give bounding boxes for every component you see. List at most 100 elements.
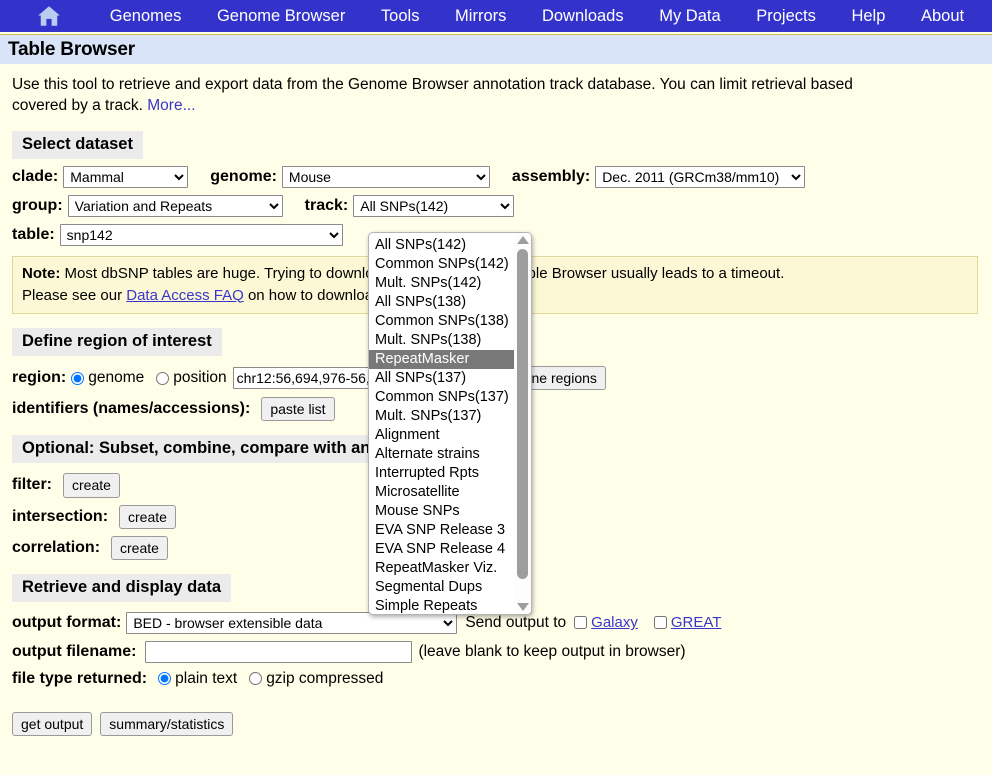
- correlation-create-button[interactable]: create: [111, 535, 168, 560]
- assembly-label: assembly:: [511, 167, 591, 185]
- gzip-label: gzip compressed: [266, 669, 384, 687]
- region-label: region:: [12, 369, 67, 387]
- note-text-2-pre: Please see our: [22, 286, 127, 304]
- great-checkbox[interactable]: [653, 616, 667, 630]
- track-dropdown-item[interactable]: EVA SNP Release 4: [369, 540, 514, 559]
- region-position-label: position: [173, 369, 227, 387]
- track-dropdown-item[interactable]: Microsatellite: [369, 483, 514, 502]
- track-dropdown-item[interactable]: Mult. SNPs(138): [369, 331, 514, 350]
- region-genome-label: genome: [88, 369, 145, 387]
- select-dataset-heading: Select dataset: [12, 130, 143, 159]
- track-select[interactable]: All SNPs(142): [353, 194, 515, 217]
- summary-statistics-button[interactable]: summary/statistics: [100, 711, 234, 736]
- output-filename-hint: (leave blank to keep output in browser): [418, 642, 686, 660]
- track-dropdown-item[interactable]: Alignment: [369, 426, 514, 445]
- intro-line-1: Use this tool to retrieve and export dat…: [12, 76, 853, 93]
- scroll-down-arrow-icon[interactable]: [516, 603, 529, 611]
- output-format-row: output format: BED - browser extensible …: [0, 611, 992, 634]
- intro-line-2: covered by a track. More...: [12, 95, 992, 116]
- nav-item-downloads[interactable]: Downloads: [542, 7, 624, 26]
- assembly-select[interactable]: Dec. 2011 (GRCm38/mm10): [595, 165, 806, 188]
- intersection-create-button[interactable]: create: [119, 504, 176, 529]
- track-dropdown-scrollbar[interactable]: [514, 233, 531, 614]
- nav-item-genome-browser[interactable]: Genome Browser: [217, 7, 345, 26]
- track-dropdown-item[interactable]: Common SNPs(138): [369, 312, 514, 331]
- track-dropdown-item[interactable]: Simple Repeats: [369, 597, 514, 614]
- track-dropdown-item[interactable]: All SNPs(137): [369, 369, 514, 388]
- track-dropdown-item[interactable]: All SNPs(138): [369, 293, 514, 312]
- nav-item-tools[interactable]: Tools: [381, 7, 420, 26]
- select-dataset-section: Select dataset: [0, 130, 992, 159]
- data-access-faq-link[interactable]: Data Access FAQ: [126, 287, 244, 304]
- track-dropdown-item[interactable]: Interrupted Rpts: [369, 464, 514, 483]
- send-output-label: Send output to: [465, 613, 567, 631]
- track-dropdown-popup[interactable]: All SNPs(142) Common SNPs(142) Mult. SNPs(…: [368, 232, 532, 615]
- gzip-radio[interactable]: [249, 672, 263, 686]
- group-track-row: group: Variation and Repeats track: All …: [0, 194, 992, 217]
- page-title: Table Browser: [8, 38, 135, 60]
- track-dropdown-item[interactable]: Common SNPs(137): [369, 388, 514, 407]
- genome-select[interactable]: Mouse: [281, 165, 490, 188]
- clade-label: clade:: [12, 167, 59, 185]
- more-link[interactable]: More...: [147, 97, 195, 114]
- retrieve-heading: Retrieve and display data: [12, 573, 231, 602]
- group-select[interactable]: Variation and Repeats: [67, 194, 283, 217]
- page-title-bar: Table Browser: [0, 34, 992, 64]
- output-filename-input[interactable]: [145, 640, 413, 663]
- galaxy-link[interactable]: Galaxy: [591, 614, 638, 631]
- clade-select[interactable]: Mammal: [63, 165, 189, 188]
- nav-item-genomes[interactable]: Genomes: [110, 7, 182, 26]
- paste-list-button[interactable]: paste list: [261, 397, 335, 422]
- track-dropdown-item[interactable]: Common SNPs(142): [369, 255, 514, 274]
- region-genome-radio[interactable]: [71, 371, 85, 385]
- plain-text-label: plain text: [175, 669, 238, 687]
- identifiers-label: identifiers (names/accessions):: [12, 400, 251, 418]
- intro-text: Use this tool to retrieve and export dat…: [0, 64, 992, 117]
- filter-label: filter:: [12, 476, 52, 494]
- region-position-radio[interactable]: [156, 371, 170, 385]
- track-dropdown-item[interactable]: Alternate strains: [369, 445, 514, 464]
- nav-item-my-data[interactable]: My Data: [659, 7, 720, 26]
- file-type-row: file type returned: plain text gzip comp…: [0, 670, 992, 688]
- clade-genome-assembly-row: clade: Mammal genome: Mouse assembly: De…: [0, 165, 992, 188]
- intersection-label: intersection:: [12, 507, 109, 525]
- nav-item-about[interactable]: About: [921, 7, 964, 26]
- get-output-button[interactable]: get output: [12, 711, 93, 736]
- group-label: group:: [12, 196, 63, 214]
- track-dropdown-item[interactable]: RepeatMasker Viz.: [369, 559, 514, 578]
- define-region-heading: Define region of interest: [12, 328, 222, 357]
- output-filename-row: output filename: (leave blank to keep ou…: [0, 640, 992, 663]
- nav-item-list: Genomes Genome Browser Tools Mirrors Dow…: [62, 7, 992, 26]
- galaxy-checkbox[interactable]: [574, 616, 588, 630]
- table-browser-page: Genomes Genome Browser Tools Mirrors Dow…: [0, 0, 992, 775]
- nav-item-help[interactable]: Help: [851, 7, 885, 26]
- track-dropdown-item[interactable]: EVA SNP Release 3: [369, 521, 514, 540]
- genome-label: genome:: [210, 167, 277, 185]
- output-format-select[interactable]: BED - browser extensible data: [126, 611, 458, 634]
- note-bold-label: Note:: [22, 264, 61, 282]
- action-buttons-row: get output summary/statistics: [0, 711, 992, 736]
- track-dropdown-item[interactable]: Segmental Dups: [369, 578, 514, 597]
- track-label: track:: [304, 196, 349, 214]
- filter-create-button[interactable]: create: [63, 473, 120, 498]
- table-select[interactable]: snp142: [59, 223, 343, 246]
- file-type-label: file type returned:: [12, 669, 148, 687]
- home-icon[interactable]: [36, 3, 62, 29]
- plain-text-radio[interactable]: [158, 672, 172, 686]
- nav-item-mirrors[interactable]: Mirrors: [455, 7, 506, 26]
- track-dropdown-item[interactable]: RepeatMasker: [369, 350, 514, 369]
- scroll-up-arrow-icon[interactable]: [516, 236, 529, 244]
- track-dropdown-options[interactable]: All SNPs(142) Common SNPs(142) Mult. SNPs(…: [369, 233, 514, 614]
- great-link[interactable]: GREAT: [671, 614, 722, 631]
- top-navigation-bar: Genomes Genome Browser Tools Mirrors Dow…: [0, 0, 992, 34]
- scrollbar-thumb[interactable]: [517, 249, 528, 579]
- track-dropdown-item[interactable]: Mouse SNPs: [369, 502, 514, 521]
- track-dropdown-item[interactable]: Mult. SNPs(137): [369, 407, 514, 426]
- table-label: table:: [12, 225, 55, 243]
- track-dropdown-item[interactable]: Mult. SNPs(142): [369, 274, 514, 293]
- output-filename-label: output filename:: [12, 642, 137, 660]
- correlation-label: correlation:: [12, 538, 101, 556]
- nav-item-projects[interactable]: Projects: [756, 7, 816, 26]
- intro-line-2-text: covered by a track.: [12, 97, 148, 115]
- track-dropdown-item[interactable]: All SNPs(142): [369, 236, 514, 255]
